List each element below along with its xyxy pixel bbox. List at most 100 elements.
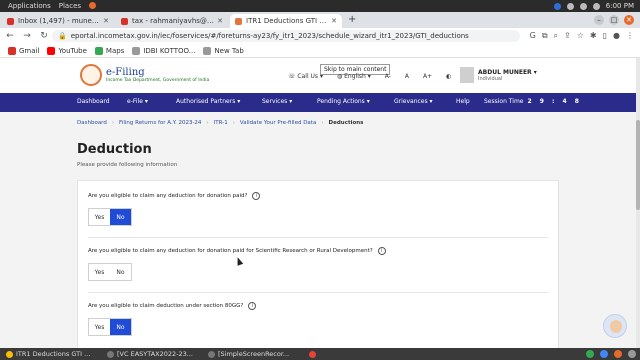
taskbar-item-recorder[interactable]: [SimpleScreenRecor... bbox=[208, 350, 303, 358]
tab-label: tax - rahmaniyavhs@gma bbox=[132, 17, 215, 25]
tab-itr1-deductions[interactable]: ITR1 Deductions GTI ded ✕ bbox=[230, 14, 342, 28]
nav-help[interactable]: Help bbox=[456, 98, 470, 105]
new-tab-button[interactable]: + bbox=[348, 14, 356, 28]
nav-dashboard[interactable]: Dashboard bbox=[77, 98, 110, 105]
dropbox-icon[interactable] bbox=[553, 2, 561, 10]
breadcrumb-validate[interactable]: Validate Your Pre-filled Data bbox=[240, 120, 316, 126]
yes-button[interactable]: Yes bbox=[89, 319, 110, 335]
recorder-icon bbox=[208, 350, 215, 358]
gmail-icon bbox=[7, 17, 14, 25]
share-icon[interactable]: ⇪ bbox=[564, 31, 571, 41]
minimize-icon[interactable]: – bbox=[594, 15, 604, 25]
question-donation: Are you eligible to claim any deduction … bbox=[88, 192, 261, 200]
no-button[interactable]: No bbox=[110, 209, 131, 225]
info-icon[interactable]: i bbox=[248, 302, 257, 310]
menu-icon[interactable]: ⋮ bbox=[626, 31, 634, 41]
page-title: Deduction bbox=[77, 142, 152, 157]
translate-icon[interactable]: ⧉ bbox=[542, 31, 548, 41]
close-window-icon[interactable]: ✕ bbox=[624, 15, 634, 25]
sidebar-icon[interactable]: ▯ bbox=[603, 31, 607, 41]
divider bbox=[88, 292, 548, 293]
maps-icon bbox=[94, 46, 103, 55]
info-icon[interactable]: i bbox=[377, 247, 386, 255]
phone-icon: ☏ bbox=[288, 73, 298, 80]
wifi-icon[interactable] bbox=[566, 2, 574, 10]
extensions-icon[interactable]: ✱ bbox=[590, 31, 597, 41]
taskbar-item-vc[interactable]: [VC EASYTAX2022-23... bbox=[107, 350, 202, 358]
tray-chrome-icon[interactable] bbox=[586, 350, 594, 358]
nav-efile[interactable]: e-File ▾ bbox=[127, 98, 148, 105]
nav-services[interactable]: Services ▾ bbox=[262, 98, 292, 105]
no-button[interactable]: No bbox=[110, 264, 131, 280]
address-toolbar: ← → ↻ 🔒 eportal.incometax.gov.in/iec/fos… bbox=[0, 28, 640, 44]
google-icon[interactable]: G bbox=[530, 31, 536, 41]
font-decrease-button[interactable]: A- bbox=[385, 73, 391, 80]
call-us-link[interactable]: ☏ Call Us ▾ bbox=[288, 73, 323, 80]
battery-icon[interactable] bbox=[592, 2, 600, 10]
profile-icon[interactable]: ● bbox=[613, 31, 620, 41]
tab-gmail-tax[interactable]: tax - rahmaniyavhs@gma ✕ bbox=[116, 14, 228, 28]
yes-button[interactable]: Yes bbox=[89, 209, 110, 225]
language-select[interactable]: ◍ English ▾ bbox=[337, 73, 371, 80]
question-scientific-research: Are you eligible to claim any deduction … bbox=[88, 247, 386, 255]
breadcrumb-dashboard[interactable]: Dashboard bbox=[77, 120, 107, 126]
divider bbox=[88, 237, 548, 238]
breadcrumb-filing-returns[interactable]: Filing Returns for A.Y. 2023-24 bbox=[119, 120, 201, 126]
tab-gmail-inbox[interactable]: Inbox (1,497) - muneer.v ✕ bbox=[2, 14, 114, 28]
logo-title: e-Filing bbox=[106, 67, 145, 78]
bookmark-idbi[interactable]: IDBI KOTTOO... bbox=[132, 46, 195, 55]
font-increase-button[interactable]: A+ bbox=[423, 73, 432, 80]
reload-icon[interactable]: ↻ bbox=[37, 31, 51, 41]
taskbar-item-chrome[interactable]: ITR1 Deductions GTI ... bbox=[6, 350, 101, 358]
back-icon[interactable]: ← bbox=[3, 31, 17, 41]
nav-grievances[interactable]: Grievances ▾ bbox=[394, 98, 433, 105]
url-text[interactable]: eportal.incometax.gov.in/iec/foservices/… bbox=[71, 32, 469, 40]
bookmark-youtube[interactable]: YouTube bbox=[47, 46, 87, 55]
breadcrumb-itr1[interactable]: ITR-1 bbox=[214, 120, 228, 126]
tray-firefox-icon[interactable] bbox=[614, 350, 622, 358]
scrollbar-thumb[interactable] bbox=[636, 120, 640, 210]
nav-authorised-partners[interactable]: Authorised Partners ▾ bbox=[176, 98, 240, 105]
deduction-questions-card: Are you eligible to claim any deduction … bbox=[77, 180, 559, 355]
efiling-logo[interactable]: e-Filing Income Tax Department, Governme… bbox=[80, 64, 209, 86]
user-menu[interactable]: ABDUL MUNEER ▾ Individual bbox=[460, 67, 537, 83]
site-header: e-Filing Income Tax Department, Governme… bbox=[0, 58, 636, 93]
font-normal-button[interactable]: A bbox=[405, 73, 409, 80]
yes-button[interactable]: Yes bbox=[89, 264, 110, 280]
globe-icon bbox=[132, 46, 141, 55]
maximize-icon[interactable]: □ bbox=[609, 15, 619, 25]
bookmark-gmail[interactable]: Gmail bbox=[8, 46, 39, 55]
tab-label: ITR1 Deductions GTI ded bbox=[246, 17, 329, 25]
places-menu[interactable]: Places bbox=[59, 2, 81, 10]
tab-label: Inbox (1,497) - muneer.v bbox=[18, 17, 101, 25]
volume-icon[interactable] bbox=[579, 2, 587, 10]
contrast-icon[interactable]: ◐ bbox=[446, 73, 451, 80]
info-icon[interactable]: i bbox=[252, 192, 261, 200]
gmail-icon bbox=[121, 17, 128, 25]
chatbot-button[interactable] bbox=[603, 314, 627, 338]
firefox-icon[interactable] bbox=[89, 1, 97, 11]
bookmark-new-tab[interactable]: New Tab bbox=[203, 46, 244, 55]
star-icon[interactable]: ☆ bbox=[577, 31, 584, 41]
chrome-icon bbox=[6, 350, 13, 358]
taskbar-chrome-launcher[interactable] bbox=[309, 350, 323, 358]
gmail-icon bbox=[8, 46, 16, 55]
page-subtitle: Please provide following information bbox=[77, 162, 178, 168]
80gg-toggle: Yes No bbox=[88, 318, 132, 336]
zoom-icon[interactable]: ⌕ bbox=[554, 31, 558, 41]
no-button[interactable]: No bbox=[110, 319, 131, 335]
close-icon[interactable]: ✕ bbox=[103, 17, 109, 25]
applications-menu[interactable]: Applications bbox=[8, 2, 51, 10]
close-icon[interactable]: ✕ bbox=[217, 17, 223, 25]
url-bar[interactable]: 🔒 eportal.incometax.gov.in/iec/foservice… bbox=[52, 30, 520, 42]
page-scrollbar[interactable] bbox=[636, 58, 640, 348]
nav-pending-actions[interactable]: Pending Actions ▾ bbox=[317, 98, 370, 105]
tray-desktop-icon[interactable] bbox=[628, 350, 636, 358]
lock-icon[interactable]: 🔒 bbox=[58, 32, 67, 40]
forward-icon[interactable]: → bbox=[20, 31, 34, 41]
tray-chrome-icon[interactable] bbox=[600, 350, 608, 358]
close-icon[interactable]: ✕ bbox=[331, 17, 337, 25]
bookmark-maps[interactable]: Maps bbox=[94, 46, 124, 55]
clock[interactable]: 6:00 PM bbox=[606, 2, 634, 10]
incometax-icon bbox=[235, 17, 242, 25]
